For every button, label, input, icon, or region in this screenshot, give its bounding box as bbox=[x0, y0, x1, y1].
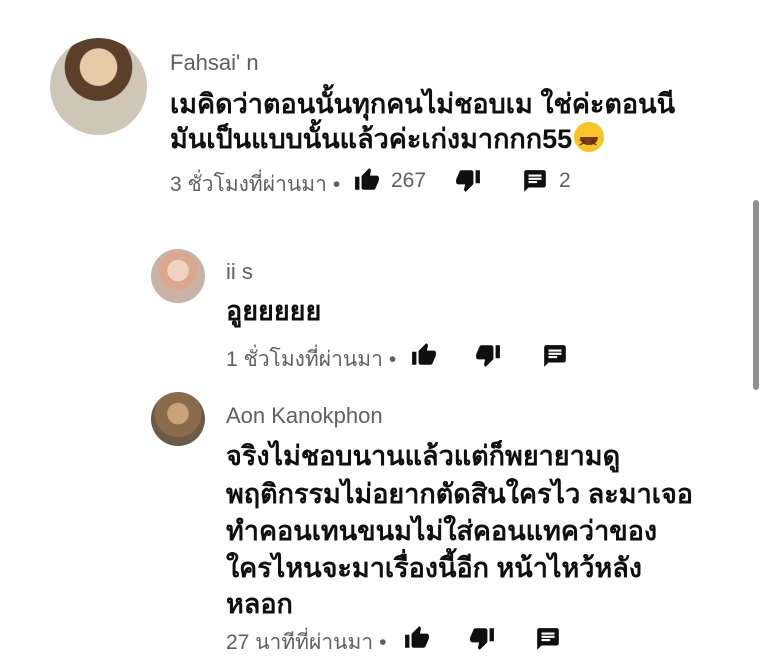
reply-author[interactable]: Aon Kanokphon bbox=[226, 403, 383, 429]
reply-text-line-2: พฤติกรรมไม่อยากตัดสินใครไว ละมาเจอ bbox=[226, 479, 694, 509]
laughing-face-icon bbox=[574, 122, 605, 162]
scrollbar[interactable] bbox=[753, 200, 759, 390]
reply-time: 27 นาทีที่ผ่านมา bbox=[226, 631, 374, 654]
avatar-aon-kanokphon[interactable] bbox=[151, 392, 205, 446]
avatar-ii-s[interactable] bbox=[151, 249, 205, 303]
reply-text-line-4: ใครไหนจะมาเรื่องนี้อีก หน้าไหว้หลัง bbox=[226, 553, 642, 583]
reply-text-line-3: ทำคอนเทนขนมไม่ใส่คอนแทคว่าของ bbox=[226, 516, 658, 546]
reply-text-line-5: หลอก bbox=[226, 589, 293, 619]
thumb-up-icon[interactable] bbox=[352, 167, 382, 193]
reply-text-line-1: อูยยยยย bbox=[226, 296, 322, 326]
separator: • bbox=[388, 347, 397, 371]
comment-text-line-2-text: มันเป็นแบบนั้นแล้วค่ะเก่งมากกก55 bbox=[170, 124, 573, 154]
thumb-up-icon[interactable] bbox=[409, 342, 439, 368]
comment-text-line-1: เมคิดว่าตอนนั้นทุกคนไม่ชอบเม ใช่ค่ะตอนนี bbox=[170, 89, 676, 119]
reply-text-line-1: จริงไม่ชอบนานแล้วแต่ก็พยายามดู bbox=[226, 441, 621, 471]
reply-time: 1 ชั่วโมงที่ผ่านมา bbox=[226, 348, 383, 371]
avatar-fahsai[interactable] bbox=[50, 38, 147, 135]
comment-text-line-2: มันเป็นแบบนั้นแล้วค่ะเก่งมากกก55 bbox=[170, 121, 605, 162]
comment-time: 3 ชั่วโมงที่ผ่านมา bbox=[170, 173, 327, 196]
comment-icon[interactable] bbox=[534, 626, 562, 652]
thumb-down-icon[interactable] bbox=[473, 342, 503, 368]
like-count: 267 bbox=[391, 169, 427, 192]
reply-meta: 27 นาทีที่ผ่านมา • bbox=[226, 626, 392, 659]
thumb-down-icon[interactable] bbox=[467, 625, 497, 651]
reply-author[interactable]: ii s bbox=[226, 259, 253, 285]
comment-meta: 3 ชั่วโมงที่ผ่านมา • bbox=[170, 168, 346, 201]
comment-icon[interactable] bbox=[521, 168, 549, 194]
comment-icon[interactable] bbox=[541, 343, 569, 369]
reply-count: 2 bbox=[559, 169, 571, 192]
thumb-down-icon[interactable] bbox=[453, 167, 483, 193]
thumb-up-icon[interactable] bbox=[402, 625, 432, 651]
comment-author[interactable]: Fahsai' n bbox=[170, 50, 259, 76]
separator: • bbox=[379, 630, 387, 654]
reply-meta: 1 ชั่วโมงที่ผ่านมา • bbox=[226, 343, 402, 376]
separator: • bbox=[332, 172, 341, 196]
